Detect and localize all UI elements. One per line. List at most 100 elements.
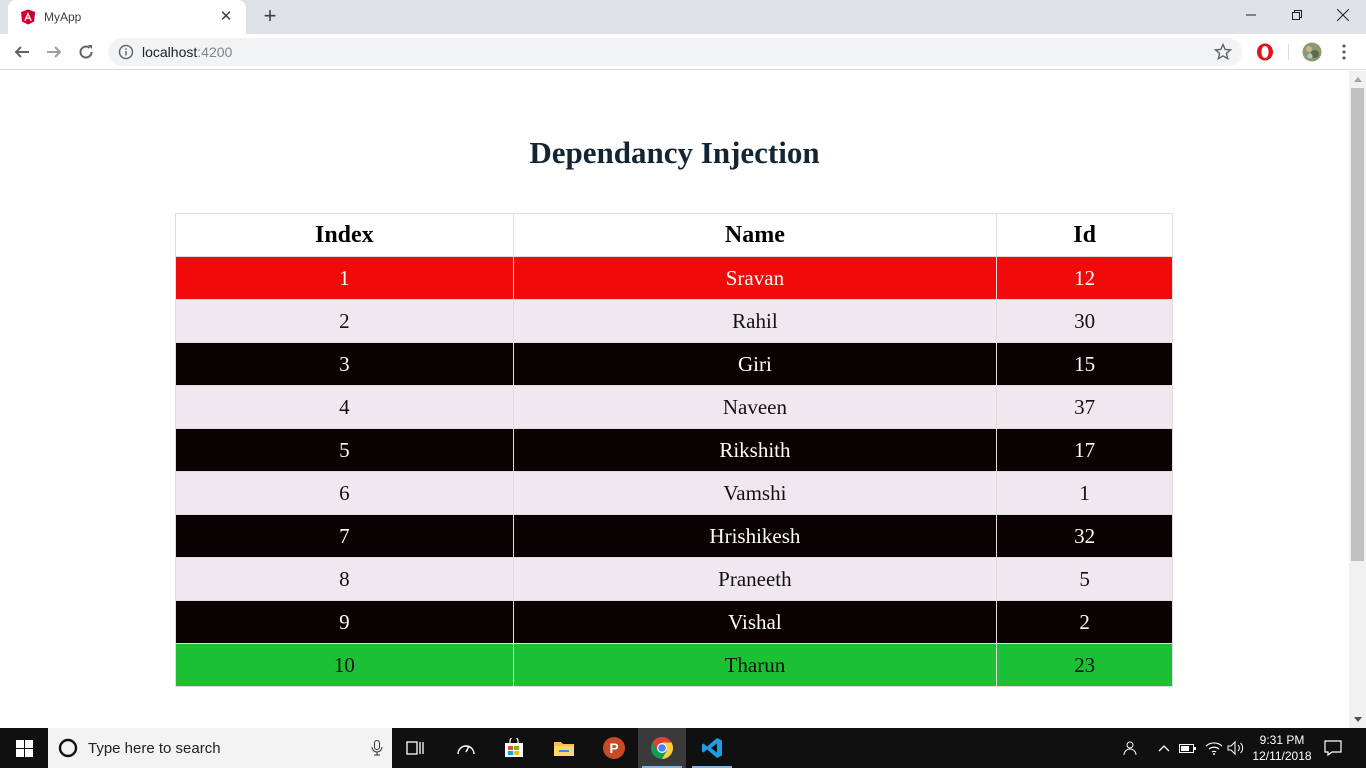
cell-id: 17	[996, 428, 1173, 472]
postman-logo-icon: P	[603, 737, 625, 759]
toolbar-divider	[1288, 44, 1289, 60]
wifi-icon[interactable]	[1204, 728, 1224, 768]
cell-id: 23	[996, 643, 1173, 687]
notification-glyph-icon	[1324, 740, 1342, 756]
store-bag-icon	[505, 738, 523, 757]
search-placeholder: Type here to search	[88, 739, 221, 757]
battery-icon[interactable]	[1178, 728, 1198, 768]
table-row: 5 Rikshith 17	[175, 428, 1173, 472]
close-window-button[interactable]	[1320, 0, 1366, 30]
new-tab-button[interactable]: +	[258, 5, 282, 28]
table-header-row: Index Name Id	[175, 213, 1173, 257]
task-view-icon[interactable]	[392, 728, 440, 768]
task-view-glyph-icon	[406, 741, 424, 755]
column-header-name: Name	[512, 213, 998, 257]
tab-strip: MyApp ✕ +	[0, 0, 1366, 34]
restore-icon	[1292, 10, 1302, 20]
data-table: Index Name Id 1 Sravan 12 2 Rahil 30 3 G…	[175, 213, 1173, 687]
arrow-left-icon	[14, 46, 29, 58]
people-glyph-icon	[1123, 741, 1137, 756]
arrow-right-icon	[47, 46, 62, 58]
back-button[interactable]	[10, 40, 34, 64]
file-explorer-icon[interactable]	[540, 728, 588, 768]
microphone-icon[interactable]	[362, 728, 392, 768]
action-center-icon[interactable]	[1322, 728, 1344, 768]
cell-id: 15	[996, 342, 1173, 386]
cell-index: 10	[175, 643, 514, 687]
tab-close-icon[interactable]: ✕	[218, 9, 234, 25]
cell-index: 1	[175, 256, 514, 300]
cell-id: 1	[996, 471, 1173, 515]
vscode-icon[interactable]	[688, 728, 736, 768]
vscode-logo-icon	[702, 738, 722, 758]
clock-date: 12/11/2018	[1252, 749, 1312, 763]
table-row: 1 Sravan 12	[175, 256, 1173, 300]
profile-avatar-icon[interactable]	[1302, 42, 1322, 62]
reload-button[interactable]	[74, 40, 98, 64]
table-row: 6 Vamshi 1	[175, 471, 1173, 515]
battery-glyph-icon	[1179, 744, 1196, 753]
column-header-id: Id	[996, 213, 1173, 257]
cell-index: 7	[175, 514, 514, 558]
store-icon[interactable]	[490, 728, 538, 768]
svg-text:P: P	[609, 740, 618, 756]
cell-name: Naveen	[512, 385, 998, 429]
tab-title: MyApp	[44, 10, 82, 24]
cell-index: 5	[175, 428, 514, 472]
cell-id: 32	[996, 514, 1173, 558]
browser-toolbar: localhost:4200	[0, 34, 1366, 70]
taskbar-clock[interactable]: 9:31 PM 12/11/2018	[1246, 732, 1318, 764]
volume-icon[interactable]	[1226, 728, 1246, 768]
minimize-icon	[1246, 14, 1256, 16]
info-icon[interactable]	[118, 44, 134, 60]
vertical-scrollbar[interactable]	[1349, 71, 1366, 728]
people-icon[interactable]	[1118, 728, 1140, 768]
cell-index: 9	[175, 600, 514, 644]
scroll-up-button[interactable]	[1349, 71, 1366, 88]
speedometer-icon[interactable]	[442, 728, 490, 768]
scrollbar-thumb[interactable]	[1351, 88, 1364, 561]
minimize-button[interactable]	[1228, 0, 1274, 30]
chrome-logo-icon	[651, 737, 673, 759]
column-header-index: Index	[175, 213, 514, 257]
speaker-glyph-icon	[1227, 741, 1244, 755]
opera-extension-icon[interactable]	[1255, 42, 1275, 62]
url-port: :4200	[197, 44, 233, 60]
windows-logo-icon	[15, 739, 33, 757]
wifi-glyph-icon	[1205, 742, 1223, 755]
cell-id: 30	[996, 299, 1173, 343]
table-row: 9 Vishal 2	[175, 600, 1173, 644]
cell-name: Rahil	[512, 299, 998, 343]
cell-id: 2	[996, 600, 1173, 644]
cell-index: 8	[175, 557, 514, 601]
browser-tab-myapp[interactable]: MyApp ✕	[8, 0, 246, 34]
cortana-icon	[58, 738, 78, 758]
forward-button[interactable]	[42, 40, 66, 64]
mic-glyph-icon	[371, 740, 383, 756]
table-row: 3 Giri 15	[175, 342, 1173, 386]
bookmark-star-icon[interactable]	[1214, 43, 1232, 61]
postman-icon[interactable]: P	[590, 728, 638, 768]
start-button[interactable]	[0, 728, 48, 768]
cell-name: Praneeth	[512, 557, 998, 601]
close-icon	[1337, 9, 1349, 21]
address-bar[interactable]: localhost:4200	[108, 38, 1242, 66]
cell-index: 2	[175, 299, 514, 343]
table-row: 10 Tharun 23	[175, 643, 1173, 687]
cell-index: 3	[175, 342, 514, 386]
cell-id: 37	[996, 385, 1173, 429]
reload-icon	[79, 45, 93, 59]
menu-kebab-icon[interactable]	[1334, 42, 1354, 62]
scroll-down-button[interactable]	[1349, 711, 1366, 728]
windows-taskbar: Type here to search P 9:31 PM 12/11/2018	[0, 728, 1366, 768]
restore-button[interactable]	[1274, 0, 1320, 30]
caret-up-icon	[1353, 77, 1362, 82]
table-row: 7 Hrishikesh 32	[175, 514, 1173, 558]
chrome-icon[interactable]	[638, 728, 686, 768]
clock-time: 9:31 PM	[1259, 733, 1305, 747]
taskbar-search-box[interactable]: Type here to search	[48, 728, 392, 768]
cell-id: 12	[996, 256, 1173, 300]
show-hidden-icons-button[interactable]	[1156, 728, 1172, 768]
table-row: 4 Naveen 37	[175, 385, 1173, 429]
caret-down-icon	[1353, 717, 1362, 722]
